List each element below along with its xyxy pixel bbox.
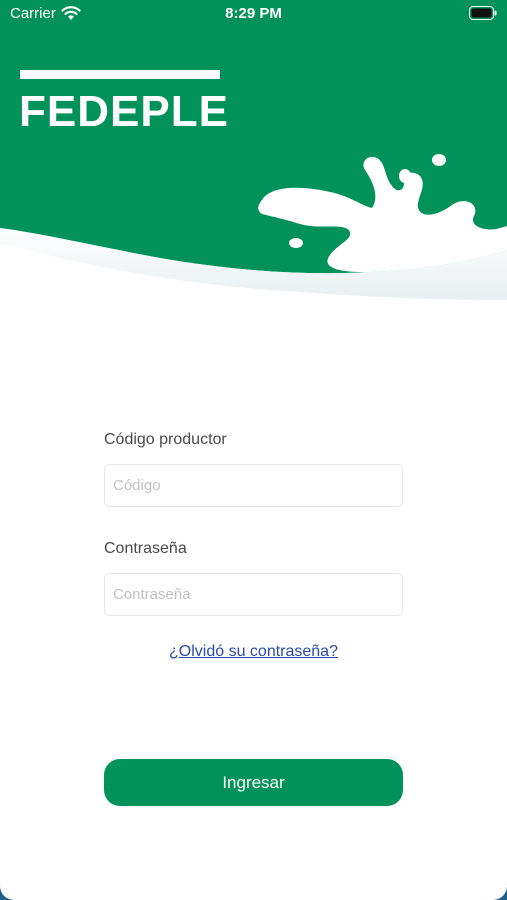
status-time: 8:29 PM [225,5,282,22]
password-input[interactable] [104,573,403,616]
battery-icon [469,6,497,20]
header-background [0,0,507,300]
code-input[interactable] [104,464,403,507]
brand-logo-text: FEDEPLE [19,87,229,136]
code-label: Código productor [104,431,227,448]
login-form: Código productor Contraseña ¿Olvidó su c… [104,430,403,661]
login-screen: Carrier 8:29 PM FEDEPLE Código productor… [0,0,507,900]
screen-corner-right [479,872,507,900]
brand-underline-bar [20,70,220,79]
forgot-password-link[interactable]: ¿Olvidó su contraseña? [104,643,403,661]
status-bar: Carrier 8:29 PM [0,0,507,30]
login-button[interactable]: Ingresar [104,759,403,806]
screen-corner-left [0,872,28,900]
password-label: Contraseña [104,540,187,557]
